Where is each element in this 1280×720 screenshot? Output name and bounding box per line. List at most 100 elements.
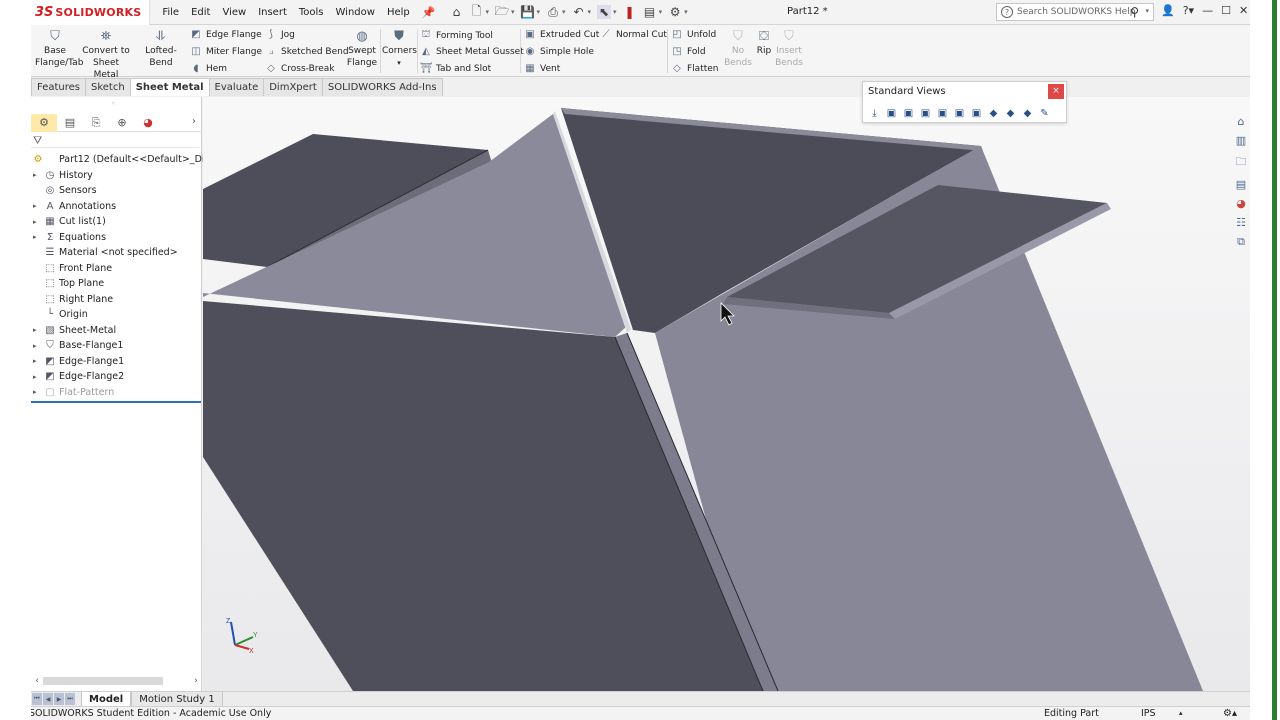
forming-tool-button[interactable]: ⛫ Forming Tool (420, 29, 493, 42)
home-icon[interactable]: ⌂ (449, 5, 463, 19)
print-dropdown-arrow[interactable]: ▾ (562, 8, 566, 16)
front-view-icon[interactable]: ▣ (885, 107, 898, 120)
left-view-icon[interactable]: ▣ (919, 107, 932, 120)
tree-item-material[interactable]: ☰ Material <not specified> (31, 245, 202, 261)
undo-icon[interactable]: ↶ (572, 5, 586, 19)
help-dropdown-icon[interactable]: ?▾ (1183, 4, 1194, 17)
tab-solidworks-add-ins[interactable]: SOLIDWORKS Add-Ins (321, 78, 443, 96)
search-dropdown-arrow[interactable]: ▾ (1145, 7, 1149, 15)
property-manager-icon[interactable]: ▤ (57, 114, 83, 132)
fold-button[interactable]: ◳ Fold (671, 46, 705, 57)
minimize-icon[interactable]: — (1202, 4, 1213, 17)
feature-manager-tree-icon[interactable]: ⚙ (31, 113, 57, 132)
menu-help[interactable]: Help (387, 7, 410, 18)
open-icon[interactable]: 🗁 (495, 4, 510, 19)
dimetric-view-icon[interactable]: ◆ (1021, 107, 1034, 120)
tab-model[interactable]: Model (81, 691, 132, 707)
normal-cut-button[interactable]: ⟋ Normal Cut (600, 29, 667, 40)
menu-tools[interactable]: Tools (299, 7, 324, 18)
swept-flange-button[interactable]: ◍ Swept Flange (346, 30, 378, 69)
scroll-left-icon[interactable]: ‹ (31, 676, 43, 686)
save-dropdown-arrow[interactable]: ▾ (537, 8, 541, 16)
display-manager-icon[interactable]: ◕ (135, 114, 161, 132)
options-dropdown-arrow[interactable]: ▾ (684, 8, 688, 16)
graphics-area[interactable]: ⌕ ⌖ ◐ ▥ ◫ ◧ ◑ ◈ ◍ ◒ ▭ ⧉ ⧈ — ⧉ ✕ Z Y X (203, 97, 1250, 691)
right-view-icon[interactable]: ▣ (936, 107, 949, 120)
tree-root-part[interactable]: ⚙ Part12 (Default<<Default>_Disp (31, 152, 216, 168)
view-settings-icon[interactable]: ▭ (774, 97, 784, 98)
insert-bends-button[interactable]: ⛉ Insert Bends (773, 30, 805, 69)
solidworks-logo[interactable]: 3S SOLIDWORKS (31, 0, 151, 25)
zoom-area-icon[interactable]: ⌖ (635, 97, 641, 98)
menu-edit[interactable]: Edit (191, 7, 210, 18)
expand-arrow-icon[interactable]: ▸ (33, 373, 41, 381)
lofted-bend-button[interactable]: ⥥ Lofted-Bend (134, 30, 188, 69)
no-bends-button[interactable]: ⛉ No Bends (721, 30, 755, 69)
corners-button[interactable]: ⛊ Corners ▾ (382, 30, 417, 69)
options-gear-icon[interactable]: ⚙ (668, 5, 682, 19)
rip-button[interactable]: ⛋ Rip (753, 30, 775, 57)
prev-tab-icon[interactable]: ◀ (43, 693, 53, 705)
file-properties-icon[interactable]: ▤ (643, 5, 657, 19)
menu-file[interactable]: File (162, 7, 179, 18)
custom-properties-icon[interactable]: ☷ (1236, 216, 1246, 229)
maximize-icon[interactable]: ☐ (1221, 4, 1231, 17)
tree-item-sensors[interactable]: ◎ Sensors (31, 183, 202, 199)
tree-item-top-plane[interactable]: ⬚ Top Plane (31, 276, 202, 292)
sheet-metal-model[interactable] (203, 97, 1250, 691)
flatten-button[interactable]: ◇ Flatten (671, 63, 718, 74)
unit-system-selector[interactable]: IPS (1141, 707, 1156, 720)
view-selector-icon[interactable]: ✎ (1038, 107, 1051, 120)
hide-show-items-icon[interactable]: ◈ (728, 97, 736, 98)
section-view-icon[interactable]: ▥ (663, 97, 673, 98)
edit-appearance-icon[interactable]: ◍ (742, 97, 752, 98)
view-palette-icon[interactable]: ▤ (1236, 178, 1246, 191)
top-view-icon[interactable]: ▣ (953, 107, 966, 120)
rollback-bar[interactable] (31, 401, 201, 403)
search-help-input[interactable]: ? Search SOLIDWORKS Help ⚲ ▾ (996, 3, 1154, 21)
user-icon[interactable]: 👤 (1161, 4, 1175, 17)
solidworks-resources-icon[interactable]: ⌂ (1238, 115, 1245, 128)
tree-item-sheet-metal[interactable]: ▸ ▧ Sheet-Metal (31, 323, 202, 339)
menu-window[interactable]: Window (336, 7, 375, 18)
back-view-icon[interactable]: ▣ (902, 107, 915, 120)
convert-to-sheet-metal-button[interactable]: ⛯ Convert to Sheet Metal (81, 30, 131, 81)
tree-item-equations[interactable]: ▸ Σ Equations (31, 230, 202, 246)
tab-evaluate[interactable]: Evaluate (208, 78, 265, 96)
bottom-view-icon[interactable]: ▣ (970, 107, 983, 120)
tree-item-edge-flange2[interactable]: ▸ ◩ Edge-Flange2 (31, 369, 202, 385)
edge-flange-button[interactable]: ◩ Edge Flange (190, 29, 261, 40)
tab-sheet-metal[interactable]: Sheet Metal (129, 78, 210, 96)
tab-motion-study-1[interactable]: Motion Study 1 (131, 691, 223, 707)
select-arrow-icon[interactable]: ⬉ (597, 5, 612, 19)
dynamic-annotation-icon[interactable]: ◫ (679, 97, 689, 98)
solidworks-forum-icon[interactable]: ⧉ (1237, 235, 1245, 249)
vent-button[interactable]: ▦ Vent (524, 63, 560, 74)
sketched-bend-button[interactable]: ⟓ Sketched Bend (265, 46, 349, 57)
menu-view[interactable]: View (222, 7, 246, 18)
tab-features[interactable]: Features (31, 78, 86, 96)
zoom-to-fit-icon[interactable]: ⌕ (623, 97, 629, 98)
tree-item-front-plane[interactable]: ⬚ Front Plane (31, 261, 202, 277)
display-style-icon[interactable]: ◑ (712, 97, 722, 98)
search-icon[interactable]: ⚲ (1130, 5, 1139, 19)
expand-arrow-icon[interactable]: ▸ (33, 202, 41, 210)
corners-dropdown-arrow[interactable]: ▾ (397, 59, 401, 67)
expand-arrow-icon[interactable]: ▸ (33, 218, 41, 226)
scroll-thumb[interactable] (43, 677, 163, 685)
normal-to-icon[interactable]: ⤓ (868, 107, 881, 120)
file-properties-dropdown-arrow[interactable]: ▾ (659, 8, 663, 16)
miter-flange-button[interactable]: ◫ Miter Flange (190, 46, 262, 57)
hem-button[interactable]: ◖ Hem (190, 63, 227, 74)
tree-item-history[interactable]: ▸ ◷ History (31, 168, 202, 184)
tree-item-origin[interactable]: └ Origin (31, 307, 202, 323)
simple-hole-button[interactable]: ◉ Simple Hole (524, 46, 594, 57)
appearances-icon[interactable]: ◕ (1236, 197, 1246, 210)
previous-view-icon[interactable]: ◐ (647, 97, 657, 98)
next-tab-icon[interactable]: ▶ (54, 693, 64, 705)
jog-button[interactable]: ⟆ Jog (265, 29, 295, 40)
tab-dimxpert[interactable]: DimXpert (263, 78, 323, 96)
units-up-arrow-icon[interactable]: ▴ (1179, 707, 1183, 720)
expand-arrow-icon[interactable]: ▸ (33, 357, 41, 365)
panel-resize-handle[interactable]: ◦ (111, 99, 116, 108)
